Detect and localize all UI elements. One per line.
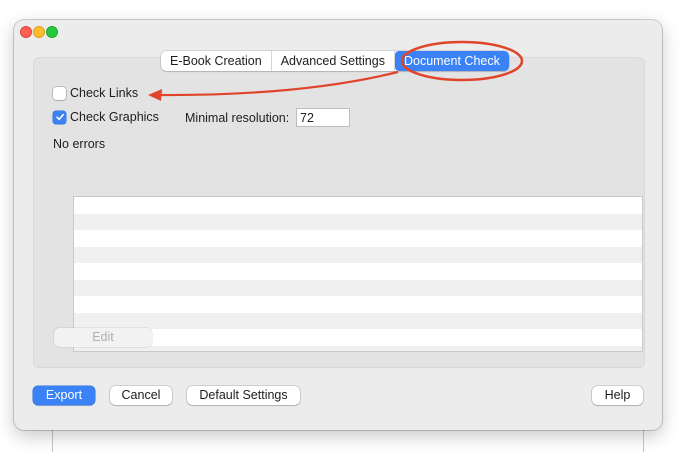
tab-ebook-creation[interactable]: E-Book Creation <box>161 51 272 71</box>
check-links-label: Check Links <box>70 86 139 100</box>
close-window-button[interactable] <box>20 26 32 38</box>
error-list[interactable] <box>73 196 643 352</box>
minimize-window-button[interactable] <box>33 26 45 38</box>
dialog-window <box>14 20 662 430</box>
export-button[interactable]: Export <box>33 386 95 405</box>
check-links-checkbox[interactable] <box>53 86 66 100</box>
status-text: No errors <box>53 137 106 151</box>
list-row <box>74 263 642 280</box>
list-row <box>74 312 642 329</box>
list-row <box>74 345 642 351</box>
title-bar <box>14 20 662 42</box>
check-graphics-label: Check Graphics <box>70 110 159 124</box>
tab-document-check[interactable]: Document Check <box>394 51 509 71</box>
settings-panel <box>33 57 645 368</box>
check-graphics-checkbox[interactable] <box>53 110 66 124</box>
zoom-window-button[interactable] <box>46 26 58 38</box>
edit-button[interactable]: Edit <box>54 328 152 347</box>
checkmark-icon <box>55 113 64 121</box>
list-row <box>74 246 642 263</box>
list-row <box>74 197 642 214</box>
check-graphics-option[interactable]: Check Graphics <box>53 110 159 124</box>
list-row <box>74 213 642 230</box>
help-button[interactable]: Help <box>592 386 643 405</box>
min-resolution-field[interactable] <box>296 108 350 127</box>
list-row <box>74 230 642 247</box>
default-settings-button[interactable]: Default Settings <box>187 386 300 405</box>
tab-advanced-settings[interactable]: Advanced Settings <box>272 51 395 71</box>
list-row <box>74 329 642 346</box>
min-resolution-label: Minimal resolution: <box>185 111 290 125</box>
list-row <box>74 296 642 313</box>
check-links-option[interactable]: Check Links <box>53 86 138 100</box>
list-row <box>74 279 642 296</box>
tab-bar: E-Book Creation Advanced Settings Docume… <box>161 51 509 71</box>
cancel-button[interactable]: Cancel <box>110 386 172 405</box>
